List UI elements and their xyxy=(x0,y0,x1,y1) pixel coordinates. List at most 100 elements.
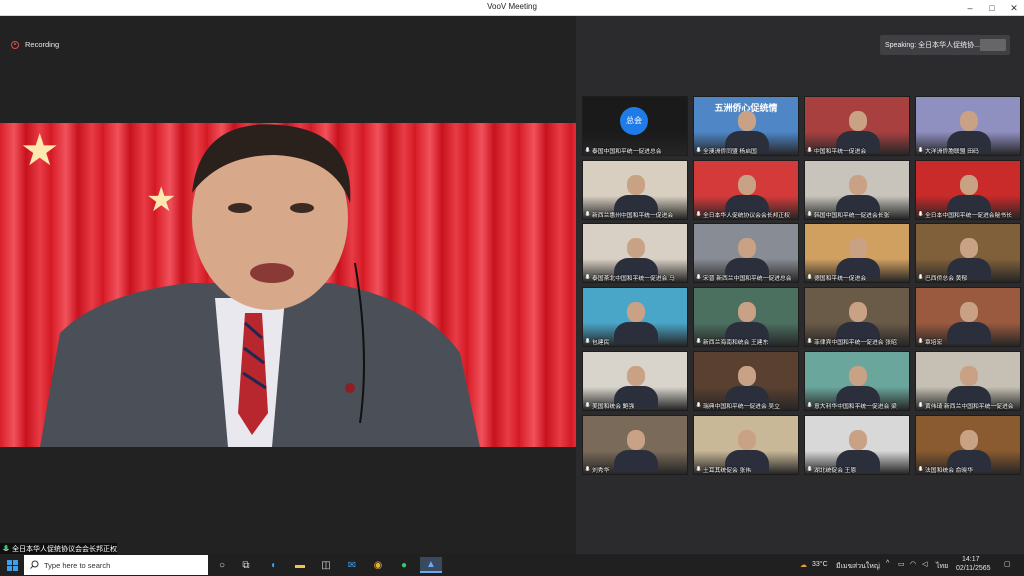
participant-caption: 新西兰海南和统会 王建东 xyxy=(694,336,798,346)
chrome-icon[interactable]: ◉ xyxy=(370,557,386,573)
participant-name: 章培宏 xyxy=(925,339,943,346)
language-indicator[interactable]: ไทย xyxy=(936,561,948,572)
participant-tile[interactable]: 泰国茶北中国和平统一促进会 马 xyxy=(582,223,688,283)
microphone-icon xyxy=(585,146,590,152)
participant-tile[interactable]: 黄伟琦 新西兰中国和平统一促进会 xyxy=(915,351,1021,411)
taskbar-search-input[interactable]: Type here to search xyxy=(24,555,208,575)
wechat-icon[interactable]: ● xyxy=(396,557,412,573)
participant-tile[interactable]: 韩国中国和平统一促进会长张 xyxy=(804,160,910,220)
participant-tile[interactable]: 包建民 xyxy=(582,287,688,347)
maximize-button[interactable]: □ xyxy=(984,0,1000,16)
microphone-icon xyxy=(696,273,701,279)
cortana-icon[interactable]: ○ xyxy=(214,557,230,573)
participant-caption: 刘秀华 xyxy=(583,464,687,474)
task-view-icon[interactable]: ⧉ xyxy=(238,557,254,573)
microphone-icon xyxy=(696,465,701,471)
participant-name: 瑞典中国和平统一促进会 吴立 xyxy=(703,403,780,410)
participant-tile[interactable]: 美国和统会 鲍强 xyxy=(582,351,688,411)
participant-caption: 瑞典中国和平统一促进会 吴立 xyxy=(694,400,798,410)
voov-window: VooV Meeting – □ ✕ Recording ★ ★ 全日本华人促统… xyxy=(0,0,1024,576)
participant-head xyxy=(627,238,645,258)
participant-tile[interactable]: 法国和统会 俞晓华 xyxy=(915,415,1021,475)
participant-tile[interactable]: 总会泰国中国和平统一促进总会 xyxy=(582,96,688,156)
voov-app-icon[interactable]: ▲ xyxy=(420,557,442,573)
minimize-button[interactable]: – xyxy=(962,0,978,16)
microphone-icon xyxy=(696,337,701,343)
participant-tile[interactable]: 巴西侨总会 黄郁 xyxy=(915,223,1021,283)
wifi-icon[interactable]: ◠ xyxy=(910,560,916,568)
participant-tile[interactable]: 全日本中国和平统一促进会秘书长 xyxy=(915,160,1021,220)
participant-tile[interactable]: 意大利华中国和平统一促进会 梁 xyxy=(804,351,910,411)
store-icon[interactable]: ◫ xyxy=(318,557,334,573)
participant-caption: 中国和平统一促进会 xyxy=(805,145,909,155)
participant-caption: 泰国中国和平统一促进总会 xyxy=(583,145,687,155)
participant-name: 包建民 xyxy=(592,339,610,346)
participant-caption: 法国和统会 俞晓华 xyxy=(916,464,1020,474)
participant-tile[interactable]: 宋晋 新西兰中国和平统一促进总会 xyxy=(693,223,799,283)
main-speaker-bar: 全日本华人促统协议会会长邦正权 xyxy=(0,543,117,554)
microphone-icon xyxy=(807,210,812,216)
window-title: VooV Meeting xyxy=(487,2,537,11)
participant-name: 菲律宾中国和平统一促进会 张昭 xyxy=(814,339,897,346)
participant-head xyxy=(849,430,867,450)
participant-caption: 章培宏 xyxy=(916,336,1020,346)
participant-name: 土耳其统促会 张伟 xyxy=(703,467,751,474)
microphone-icon xyxy=(696,401,701,407)
participant-tile[interactable]: 中国和平统一促进会 xyxy=(804,96,910,156)
file-explorer-icon[interactable]: ▬ xyxy=(292,557,308,573)
edge-icon[interactable]: ◐ xyxy=(266,557,282,573)
record-icon xyxy=(11,40,19,49)
participant-tile[interactable]: 德国和平统一促进会 xyxy=(804,223,910,283)
participant-head xyxy=(960,430,978,450)
participant-head xyxy=(627,302,645,322)
participant-caption: 黄伟琦 新西兰中国和平统一促进会 xyxy=(916,400,1020,410)
participant-tile[interactable]: 瑞典中国和平统一促进会 吴立 xyxy=(693,351,799,411)
participant-tile[interactable]: 湖北统促会 王恩 xyxy=(804,415,910,475)
participant-tile[interactable]: 土耳其统促会 张伟 xyxy=(693,415,799,475)
windows-start-icon[interactable] xyxy=(4,557,20,573)
participant-head xyxy=(849,366,867,386)
mail-icon[interactable]: ✉ xyxy=(344,557,360,573)
participant-tile[interactable]: 菲律宾中国和平统一促进会 张昭 xyxy=(804,287,910,347)
participant-caption: 全日本中国和平统一促进会秘书长 xyxy=(916,209,1020,219)
participant-head xyxy=(960,238,978,258)
participant-tile[interactable]: 章培宏 xyxy=(915,287,1021,347)
participant-name: 巴西侨总会 黄郁 xyxy=(925,275,968,282)
main-video[interactable]: ★ ★ xyxy=(0,123,576,447)
participant-head xyxy=(738,366,756,386)
speaking-indicator[interactable]: Speaking: 全日本华人促统协... xyxy=(880,35,1010,55)
recording-label: Recording xyxy=(25,40,60,49)
close-button[interactable]: ✕ xyxy=(1006,0,1022,16)
participant-tile[interactable]: 大洋洲侨胞联盟 田码 xyxy=(915,96,1021,156)
participant-caption: 巴西侨总会 黄郁 xyxy=(916,272,1020,282)
participant-name: 德国和平统一促进会 xyxy=(814,275,867,282)
notification-icon[interactable]: ▢ xyxy=(1004,560,1011,568)
participant-head xyxy=(738,430,756,450)
participant-caption: 湖北统促会 王恩 xyxy=(805,464,909,474)
participant-name: 湖北统促会 王恩 xyxy=(814,467,857,474)
participant-tile[interactable]: 刘秀华 xyxy=(582,415,688,475)
microphone-icon xyxy=(918,337,923,343)
microphone-icon xyxy=(585,337,590,343)
participant-head xyxy=(738,111,756,131)
participant-caption: 新西兰惠州中国和平统一促进会 xyxy=(583,209,687,219)
tray-chevron-icon[interactable]: ^ xyxy=(886,560,889,567)
volume-icon[interactable]: ◁ xyxy=(922,560,927,568)
participant-name: 新西兰海南和统会 王建东 xyxy=(703,339,769,346)
weather-temp[interactable]: 33°C xyxy=(812,561,828,568)
microphone-icon xyxy=(585,273,590,279)
gallery-panel: Speaking: 全日本华人促统协... 总会泰国中国和平统一促进总会 五洲侨心… xyxy=(576,16,1024,554)
search-icon xyxy=(30,556,39,574)
participant-head xyxy=(960,302,978,322)
participant-caption: 土耳其统促会 张伟 xyxy=(694,464,798,474)
participant-tile[interactable]: 五洲侨心促统情 全澳洲侨同盟 杨启国 xyxy=(693,96,799,156)
clock-date[interactable]: 02/11/2565 xyxy=(956,565,991,572)
participant-tile[interactable]: 新西兰海南和统会 王建东 xyxy=(693,287,799,347)
participant-head xyxy=(849,111,867,131)
clock-time[interactable]: 14:17 xyxy=(962,556,980,563)
microphone-icon xyxy=(585,401,590,407)
participant-avatar: 总会 xyxy=(620,107,648,135)
participant-tile[interactable]: 全日本华人促统协议会会长邦正权 xyxy=(693,160,799,220)
participant-tile[interactable]: 新西兰惠州中国和平统一促进会 xyxy=(582,160,688,220)
network-icon[interactable]: ▭ xyxy=(898,560,905,568)
